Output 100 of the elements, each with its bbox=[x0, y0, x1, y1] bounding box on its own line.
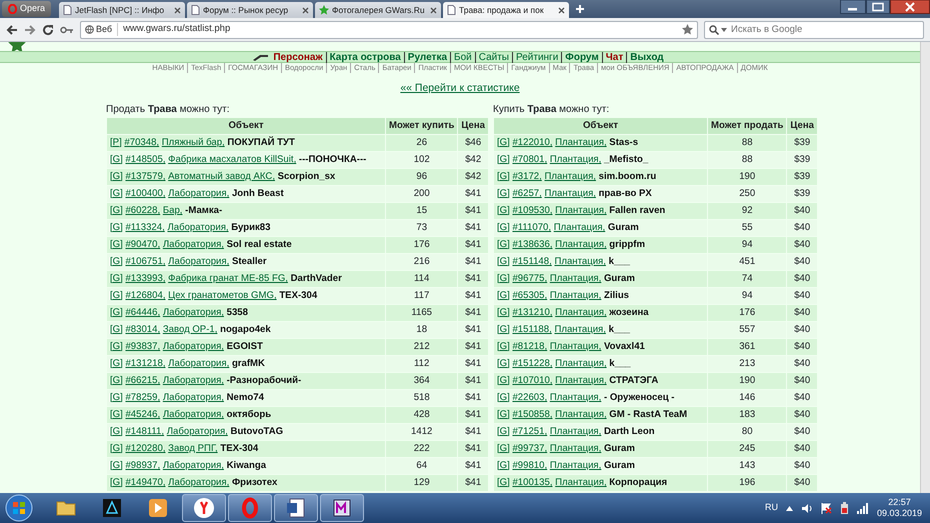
place-link[interactable]: Цех гранатометов GMG, bbox=[168, 290, 277, 301]
tag-link[interactable]: [G] bbox=[497, 324, 510, 335]
reload-icon[interactable] bbox=[42, 24, 54, 36]
clock-date[interactable]: 09.03.2019 bbox=[876, 508, 922, 519]
place-link[interactable]: Плантация, bbox=[554, 222, 606, 233]
browser-tab[interactable]: Форум :: Рынок ресур bbox=[187, 2, 314, 18]
id-link[interactable]: #70801, bbox=[512, 154, 548, 165]
flag-icon[interactable] bbox=[820, 502, 832, 514]
browser-tab[interactable]: Фотогалерея GWars.Ru bbox=[315, 2, 442, 18]
place-link[interactable]: Лаборатория, bbox=[162, 392, 224, 403]
close-icon[interactable] bbox=[430, 6, 438, 14]
place-link[interactable]: Лаборатория, bbox=[162, 340, 224, 352]
place-link[interactable]: Плантация, bbox=[544, 188, 596, 199]
id-link[interactable]: #3172, bbox=[512, 170, 542, 182]
nav-link[interactable]: Рулетка bbox=[404, 52, 450, 62]
place-link[interactable]: Плантация, bbox=[555, 136, 607, 148]
minimize-icon[interactable] bbox=[840, 0, 866, 14]
address-field[interactable]: Веб www.gwars.ru/statlist.php bbox=[80, 20, 698, 38]
id-link[interactable]: #138636, bbox=[512, 238, 552, 250]
place-link[interactable]: Плантация, bbox=[550, 442, 602, 454]
place-link[interactable]: Лаборатория, bbox=[166, 426, 228, 437]
tag-link[interactable]: [G] bbox=[110, 272, 123, 284]
place-link[interactable]: Фабрика гранат МЕ-85 FG, bbox=[168, 272, 288, 284]
place-link[interactable]: Плантация, bbox=[550, 392, 602, 403]
statistics-link[interactable]: «« Перейти к статистике bbox=[400, 82, 520, 94]
place-link[interactable]: Лаборатория, bbox=[168, 256, 230, 267]
browser-tab[interactable]: Трава: продажа и пок bbox=[443, 2, 570, 18]
tag-link[interactable]: [G] bbox=[110, 306, 123, 318]
id-link[interactable]: #148505, bbox=[125, 154, 166, 165]
opera-menu-button[interactable]: Opera bbox=[2, 1, 52, 17]
tag-link[interactable]: [G] bbox=[497, 222, 510, 233]
tag-link[interactable]: [G] bbox=[497, 188, 510, 199]
id-link[interactable]: #71251, bbox=[512, 426, 548, 437]
tag-link[interactable]: [G] bbox=[110, 154, 123, 165]
place-link[interactable]: Бар, bbox=[162, 204, 182, 216]
tag-link[interactable]: [G] bbox=[497, 442, 510, 454]
tag-link[interactable]: [G] bbox=[497, 170, 510, 182]
close-icon[interactable] bbox=[174, 6, 182, 14]
tag-link[interactable]: [G] bbox=[110, 442, 123, 454]
key-icon[interactable] bbox=[60, 24, 74, 34]
tag-link[interactable]: [G] bbox=[110, 426, 123, 437]
id-link[interactable]: #113324, bbox=[125, 222, 165, 233]
search-field[interactable]: Искать в Google bbox=[704, 20, 924, 38]
place-link[interactable]: Плантация, bbox=[555, 374, 607, 386]
tag-link[interactable]: [G] bbox=[110, 374, 123, 386]
tag-link[interactable]: [G] bbox=[110, 408, 123, 420]
tag-link[interactable]: [G] bbox=[110, 340, 123, 352]
id-link[interactable]: #151148, bbox=[512, 256, 552, 267]
id-link[interactable]: #137579, bbox=[125, 170, 166, 182]
id-link[interactable]: #6257, bbox=[512, 188, 542, 199]
nav-link[interactable]: Персонаж bbox=[270, 52, 326, 62]
id-link[interactable]: #148111, bbox=[125, 426, 164, 437]
tag-link[interactable]: [G] bbox=[497, 204, 510, 216]
taskbar-button[interactable] bbox=[182, 494, 226, 522]
id-link[interactable]: #65305, bbox=[512, 290, 548, 301]
tag-link[interactable]: [G] bbox=[497, 460, 510, 471]
speaker-icon[interactable] bbox=[800, 502, 813, 514]
id-link[interactable]: #99810, bbox=[512, 460, 548, 471]
id-link[interactable]: #131218, bbox=[125, 358, 166, 369]
place-link[interactable]: Фабрика масхалатов KillSuit, bbox=[168, 154, 296, 165]
tag-link[interactable]: [G] bbox=[110, 222, 123, 233]
tag-link[interactable]: [G] bbox=[110, 188, 123, 199]
place-link[interactable]: Плантация, bbox=[555, 306, 607, 318]
tag-link[interactable]: [P] bbox=[110, 136, 122, 148]
tag-link[interactable]: [G] bbox=[110, 392, 123, 403]
id-link[interactable]: #98937, bbox=[125, 460, 160, 471]
id-link[interactable]: #122010, bbox=[512, 136, 552, 148]
tag-link[interactable]: [G] bbox=[497, 408, 510, 420]
tag-link[interactable]: [G] bbox=[497, 154, 510, 165]
id-link[interactable]: #150858, bbox=[512, 408, 552, 420]
id-link[interactable]: #66215, bbox=[125, 374, 160, 386]
place-link[interactable]: Плантация, bbox=[550, 154, 602, 165]
place-link[interactable]: Плантация, bbox=[555, 204, 607, 216]
id-link[interactable]: #70348, bbox=[124, 136, 160, 148]
id-link[interactable]: #90470, bbox=[125, 238, 160, 250]
nav-link[interactable]: Сайты bbox=[474, 52, 512, 62]
tag-link[interactable]: [G] bbox=[497, 306, 510, 318]
place-link[interactable]: Плантация, bbox=[550, 272, 602, 284]
id-link[interactable]: #106751, bbox=[125, 256, 166, 267]
id-link[interactable]: #22603, bbox=[512, 392, 548, 403]
tag-link[interactable]: [G] bbox=[110, 358, 123, 369]
tag-link[interactable]: [G] bbox=[497, 340, 510, 352]
language-indicator[interactable]: RU bbox=[764, 501, 778, 515]
id-link[interactable]: #96775, bbox=[512, 272, 548, 284]
place-link[interactable]: Лаборатория, bbox=[168, 358, 230, 369]
tag-link[interactable]: [G] bbox=[110, 324, 123, 335]
id-link[interactable]: #151228, bbox=[512, 358, 552, 369]
place-link[interactable]: Плантация, bbox=[550, 340, 602, 352]
start-button[interactable] bbox=[4, 494, 34, 522]
web-badge[interactable]: Веб bbox=[85, 22, 118, 36]
nav-link[interactable]: Рейтинги bbox=[512, 52, 562, 62]
place-link[interactable]: Плантация, bbox=[550, 460, 602, 471]
tag-link[interactable]: [G] bbox=[497, 272, 510, 284]
tag-link[interactable]: [G] bbox=[497, 136, 510, 148]
close-icon[interactable] bbox=[558, 6, 566, 14]
caret-icon[interactable] bbox=[721, 28, 727, 32]
id-link[interactable]: #93837, bbox=[125, 340, 160, 352]
id-link[interactable]: #60228, bbox=[125, 204, 160, 216]
taskbar-button[interactable] bbox=[320, 494, 364, 522]
id-link[interactable]: #120280, bbox=[125, 442, 166, 454]
